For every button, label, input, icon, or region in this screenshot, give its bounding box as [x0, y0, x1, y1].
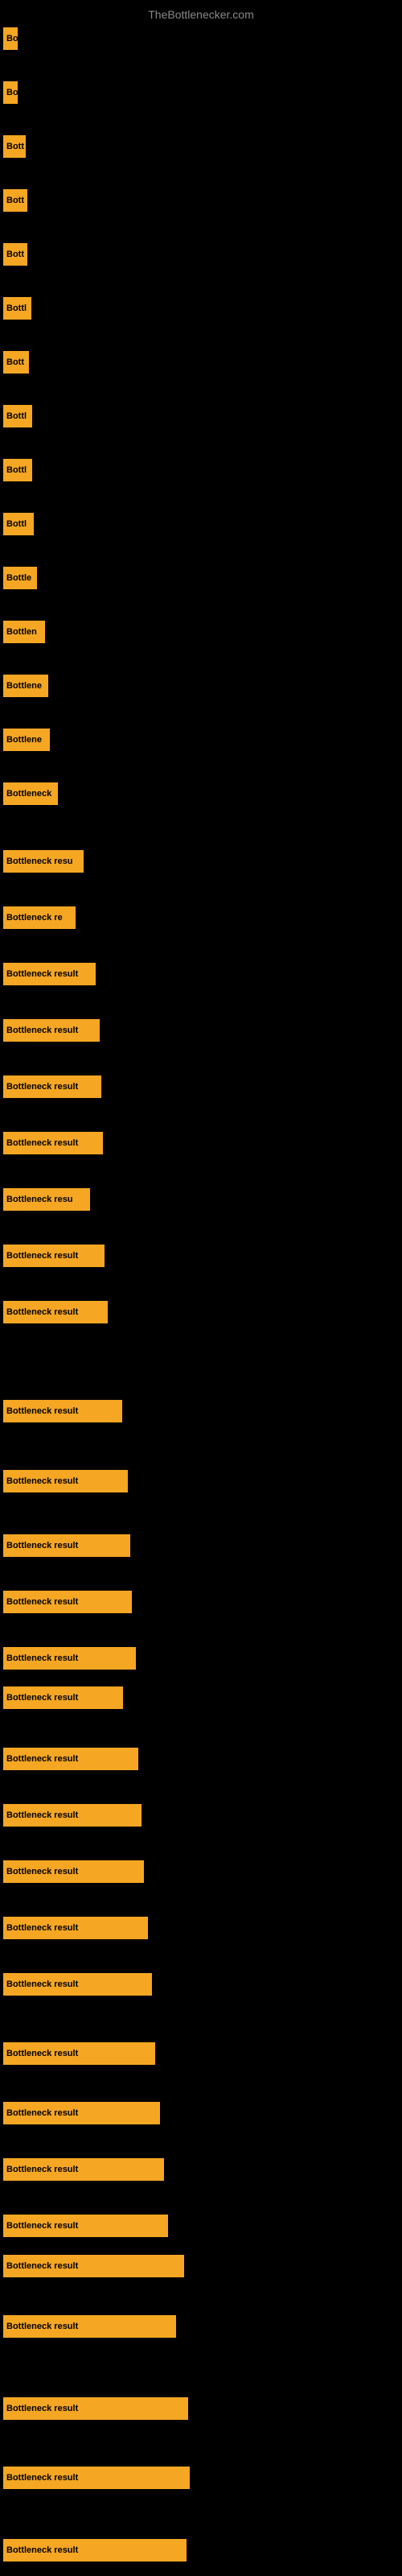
bar-item: Bottlen [3, 621, 45, 643]
bar-row: Bottleneck result [0, 2097, 402, 2129]
bar-row: Bottleneck result [0, 1240, 402, 1272]
bar-item: Bottlene [3, 675, 48, 697]
bar-row: Bottle [0, 562, 402, 594]
bar-item: Bottleneck result [3, 1860, 144, 1883]
bar-item: Bottleneck resu [3, 850, 84, 873]
bar-item: Bottleneck result [3, 2102, 160, 2124]
bar-row: Bottleneck result [0, 1071, 402, 1103]
bar-item: Bottleneck result [3, 2215, 168, 2237]
bar-item: Bottleneck result [3, 1591, 132, 1613]
bar-row: Bottlene [0, 670, 402, 702]
bar-item: Bottleneck result [3, 2539, 187, 2562]
bar-item: Bottleneck re [3, 906, 76, 929]
bar-row: Bottleneck result [0, 958, 402, 990]
bar-row: Bottleneck result [0, 2210, 402, 2242]
bar-item: Bottleneck result [3, 1075, 101, 1098]
bar-row: Bottl [0, 508, 402, 540]
bar-item: Bottleneck result [3, 2467, 190, 2489]
bar-row: Bottlene [0, 724, 402, 756]
bar-item: Bottl [3, 513, 34, 535]
bar-row: Bott [0, 184, 402, 217]
bar-row: Bottleneck result [0, 1586, 402, 1618]
bar-row: Bott [0, 238, 402, 270]
bar-item: Bo [3, 27, 18, 50]
bar-item: Bottleneck result [3, 1400, 122, 1422]
bar-row: Bottleneck resu [0, 1183, 402, 1216]
bar-item: Bott [3, 189, 27, 212]
bar-item: Bott [3, 243, 27, 266]
bar-item: Bottleneck resu [3, 1188, 90, 1211]
bar-item: Bottleneck result [3, 1019, 100, 1042]
bar-row: Bottleneck resu [0, 845, 402, 877]
bar-row: Bottleneck re [0, 902, 402, 934]
bar-row: Bottleneck [0, 778, 402, 810]
bar-item: Bottl [3, 297, 31, 320]
bar-row: Bottleneck result [0, 2153, 402, 2186]
bar-row: Bottleneck result [0, 1743, 402, 1775]
bar-row: Bottleneck result [0, 1127, 402, 1159]
bar-item: Bottleneck result [3, 1647, 136, 1670]
bar-row: Bottl [0, 292, 402, 324]
bar-row: Bottleneck result [0, 2037, 402, 2070]
bar-item: Bottleneck result [3, 1245, 105, 1267]
bar-row: Bottleneck result [0, 1465, 402, 1497]
bar-row: Bo [0, 76, 402, 109]
bar-item: Bottl [3, 405, 32, 427]
bar-row: Bottleneck result [0, 1799, 402, 1831]
bar-item: Bottl [3, 459, 32, 481]
bar-row: Bottleneck result [0, 1682, 402, 1714]
bar-item: Bottleneck result [3, 2397, 188, 2420]
bar-item: Bottleneck result [3, 1917, 148, 1939]
bar-item: Bottleneck result [3, 2255, 184, 2277]
bar-item: Bottleneck result [3, 1132, 103, 1154]
bar-row: Bott [0, 130, 402, 163]
bar-item: Bottleneck [3, 782, 58, 805]
bar-row: Bottleneck result [0, 1014, 402, 1046]
bar-row: Bottl [0, 400, 402, 432]
bar-item: Bottleneck result [3, 1686, 123, 1709]
bar-item: Bottleneck result [3, 1470, 128, 1492]
bar-row: Bottlen [0, 616, 402, 648]
site-title: TheBottlenecker.com [0, 2, 402, 24]
bar-row: Bo [0, 23, 402, 55]
bar-row: Bottleneck result [0, 1642, 402, 1674]
bar-row: Bottleneck result [0, 2462, 402, 2494]
bar-row: Bott [0, 346, 402, 378]
bar-row: Bottleneck result [0, 1296, 402, 1328]
bar-row: Bottleneck result [0, 2250, 402, 2282]
bar-row: Bottleneck result [0, 2534, 402, 2566]
bar-row: Bottleneck result [0, 1856, 402, 1888]
bar-row: Bottl [0, 454, 402, 486]
bar-item: Bottleneck result [3, 1804, 142, 1827]
bar-item: Bottleneck result [3, 1301, 108, 1323]
bar-item: Bottle [3, 567, 37, 589]
bar-row: Bottleneck result [0, 1530, 402, 1562]
bar-item: Bott [3, 135, 26, 158]
bar-item: Bo [3, 81, 18, 104]
bar-row: Bottleneck result [0, 2392, 402, 2425]
bar-row: Bottleneck result [0, 1395, 402, 1427]
bar-row: Bottleneck result [0, 1968, 402, 2000]
bar-item: Bottleneck result [3, 1748, 138, 1770]
bar-item: Bottleneck result [3, 2315, 176, 2338]
bar-item: Bottleneck result [3, 2158, 164, 2181]
bar-item: Bott [3, 351, 29, 374]
bar-item: Bottleneck result [3, 1973, 152, 1996]
bar-row: Bottleneck result [0, 1912, 402, 1944]
bar-item: Bottleneck result [3, 963, 96, 985]
bar-item: Bottlene [3, 729, 50, 751]
bar-row: Bottleneck result [0, 2310, 402, 2343]
bar-item: Bottleneck result [3, 1534, 130, 1557]
bar-item: Bottleneck result [3, 2042, 155, 2065]
